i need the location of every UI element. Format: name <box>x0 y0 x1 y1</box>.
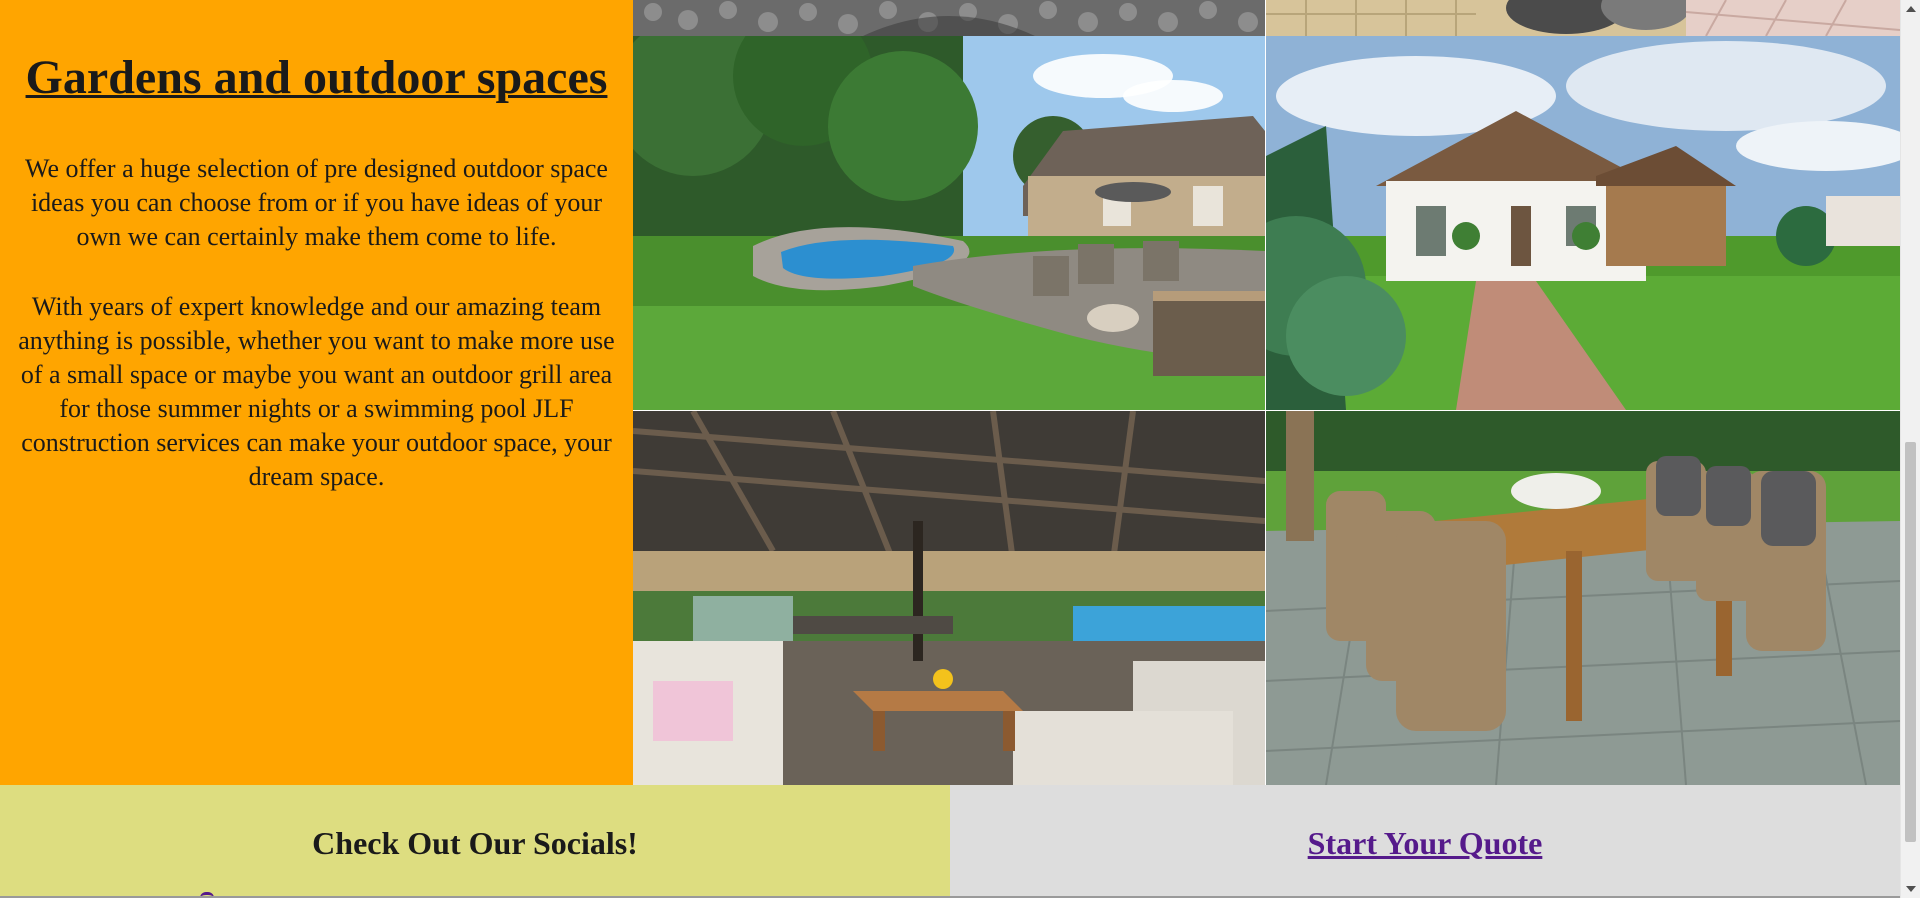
gallery-section: Gardens and outdoor spaces We offer a hu… <box>0 0 1900 785</box>
patio-dining-photo <box>1266 411 1900 785</box>
cabana-lounge-photo <box>633 411 1265 785</box>
scroll-up-arrow-icon[interactable] <box>1906 6 1916 12</box>
scroll-down-arrow-icon[interactable] <box>1906 886 1916 892</box>
gardens-heading: Gardens and outdoor spaces <box>25 51 608 104</box>
cobblestone-photo-strip <box>633 0 1265 36</box>
start-quote-link[interactable]: Start Your Quote <box>1308 825 1543 862</box>
gardens-paragraph-1: We offer a huge selection of pre designe… <box>25 154 608 251</box>
gardens-paragraph-2: With years of expert knowledge and our a… <box>18 292 615 491</box>
quote-section: Start Your Quote <box>950 785 1900 898</box>
paving-photo-strip <box>1266 0 1900 36</box>
scrollbar-thumb[interactable] <box>1905 442 1916 842</box>
vertical-scrollbar[interactable] <box>1900 0 1920 898</box>
socials-section: Check Out Our Socials! <box>0 785 950 898</box>
white-house-photo <box>1266 36 1900 410</box>
page: Gardens and outdoor spaces We offer a hu… <box>0 0 1920 898</box>
gardens-text-panel: Gardens and outdoor spaces We offer a hu… <box>0 0 633 785</box>
socials-heading: Check Out Our Socials! <box>312 825 638 861</box>
backyard-pool-photo <box>633 36 1265 410</box>
